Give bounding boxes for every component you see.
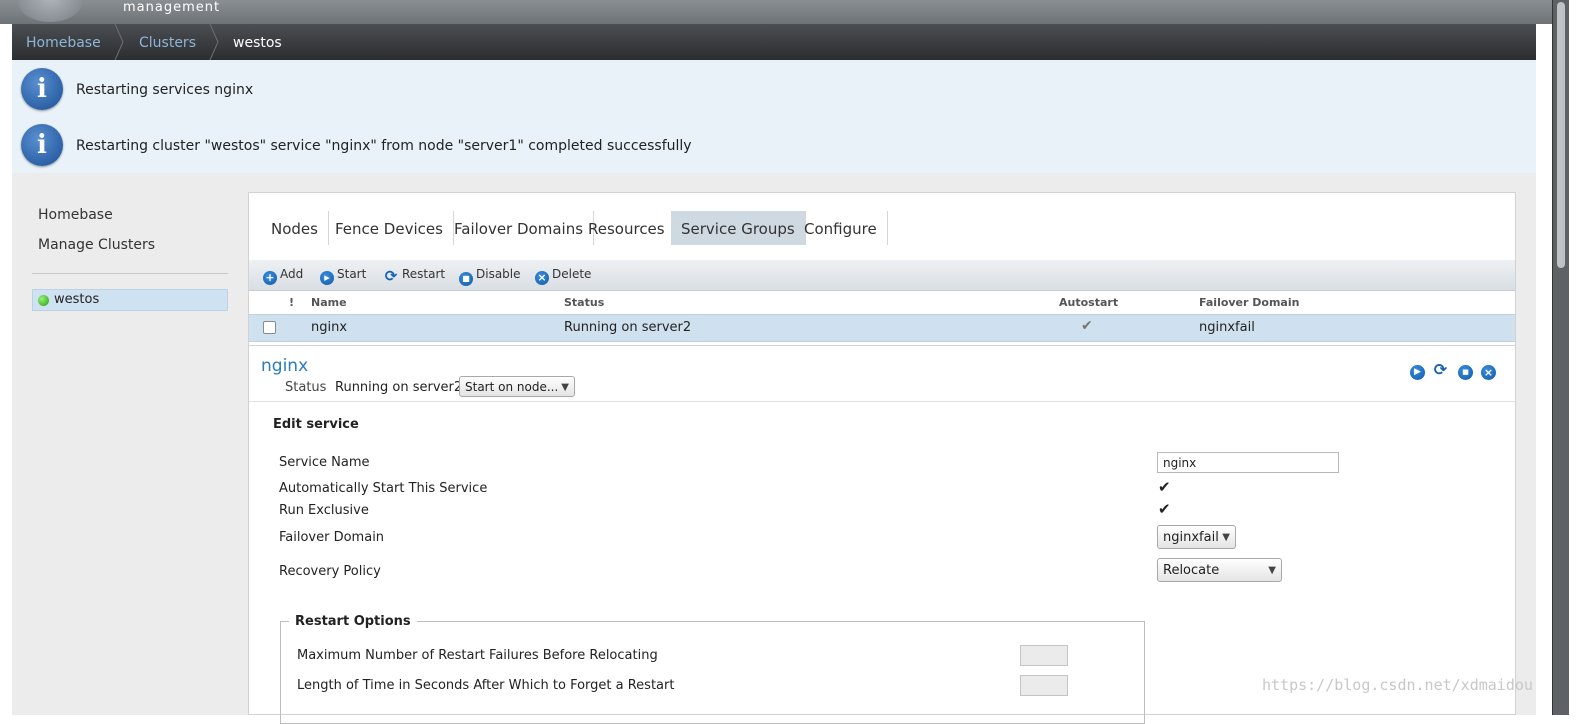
tab-failover-domains[interactable]: Failover Domains xyxy=(444,211,595,245)
add-label: Add xyxy=(280,267,304,281)
column-header-autostart[interactable]: Autostart xyxy=(1059,296,1118,309)
recovery-policy-label: Recovery Policy xyxy=(279,564,381,579)
breadcrumb-homebase[interactable]: Homebase xyxy=(26,24,101,60)
watermark: https://blog.csdn.net/xdmaidou xyxy=(1262,676,1533,694)
status-label: Status xyxy=(285,380,327,395)
breadcrumb-separator-icon xyxy=(114,24,124,60)
restart-label: Restart xyxy=(402,267,446,281)
row-name[interactable]: nginx xyxy=(311,320,347,335)
start-button[interactable]: ▸ Start xyxy=(320,267,367,285)
breadcrumb-separator-icon xyxy=(209,24,219,60)
tab-configure[interactable]: Configure xyxy=(794,211,888,245)
status-online-icon xyxy=(38,295,49,306)
autostart-label: Automatically Start This Service xyxy=(279,481,488,496)
start-service-icon[interactable]: ▶ xyxy=(1410,365,1425,380)
autostart-check-icon: ✔ xyxy=(1081,318,1093,334)
column-header-status[interactable]: Status xyxy=(564,296,604,309)
recovery-policy-value: Relocate xyxy=(1163,563,1220,578)
restart-expire-time-label: Length of Time in Seconds After Which to… xyxy=(297,678,675,693)
sidebar-divider xyxy=(32,273,228,274)
table-header: ! Name Status Autostart Failover Domain xyxy=(249,291,1515,313)
sidebar-item-cluster[interactable]: westos xyxy=(32,289,228,311)
edit-service-heading: Edit service xyxy=(273,417,359,432)
restart-button[interactable]: ⟳ Restart xyxy=(383,267,446,285)
row-status: Running on server2 xyxy=(564,320,692,335)
logo xyxy=(18,0,82,22)
failover-domain-label: Failover Domain xyxy=(279,530,385,545)
delete-label: Delete xyxy=(552,267,592,281)
failover-domain-value: nginxfail xyxy=(1163,530,1219,545)
notice: i Restarting cluster "westos" service "n… xyxy=(12,119,1536,169)
column-header-failover-domain[interactable]: Failover Domain xyxy=(1199,296,1299,309)
max-restart-failures-label: Maximum Number of Restart Failures Befor… xyxy=(297,648,658,663)
top-header: management xyxy=(0,0,1568,24)
service-title: nginx xyxy=(261,356,309,376)
service-name-label: Service Name xyxy=(279,455,370,470)
chevron-down-icon: ▼ xyxy=(1268,565,1276,576)
stop-service-icon[interactable]: ■ xyxy=(1458,365,1473,380)
divider xyxy=(249,401,1515,402)
breadcrumb: Homebase Clusters westos xyxy=(12,24,1536,60)
divider xyxy=(249,345,1515,346)
notice: i Restarting services nginx xyxy=(12,63,1536,113)
start-on-node-select[interactable]: Start on node... ▼ xyxy=(459,376,575,397)
notice-message: Restarting services nginx xyxy=(76,82,254,98)
stop-icon: ■ xyxy=(459,272,473,286)
tab-resources[interactable]: Resources xyxy=(578,211,676,245)
run-exclusive-label: Run Exclusive xyxy=(279,503,369,518)
restart-options-group: Restart Options xyxy=(280,614,1145,724)
sidebar: Homebase Manage Clusters westos xyxy=(12,173,242,715)
start-label: Start xyxy=(337,267,367,281)
delete-service-icon[interactable]: × xyxy=(1481,365,1496,380)
cluster-name: westos xyxy=(54,292,100,307)
failover-domain-select[interactable]: nginxfail ▼ xyxy=(1157,525,1236,549)
autostart-checkbox[interactable]: ✔ xyxy=(1158,478,1171,496)
restart-service-icon[interactable]: ⟳ xyxy=(1433,362,1448,378)
brand-subtitle: management xyxy=(123,0,221,15)
table-row[interactable]: nginx Running on server2 ✔ nginxfail xyxy=(249,314,1515,342)
recovery-policy-select[interactable]: Relocate ▼ xyxy=(1157,558,1282,582)
run-exclusive-checkbox[interactable]: ✔ xyxy=(1158,500,1171,518)
chevron-down-icon: ▼ xyxy=(1222,532,1230,543)
notice-message: Restarting cluster "westos" service "ngi… xyxy=(76,138,692,154)
add-button[interactable]: + Add xyxy=(263,267,304,285)
service-name-input[interactable] xyxy=(1157,452,1339,473)
main-panel: Nodes Fence Devices Failover Domains Res… xyxy=(248,192,1516,724)
play-icon: ▸ xyxy=(320,271,334,285)
refresh-icon: ⟳ xyxy=(384,267,398,285)
tab-service-groups[interactable]: Service Groups xyxy=(671,211,806,245)
delete-button[interactable]: × Delete xyxy=(535,267,592,285)
disable-label: Disable xyxy=(476,267,521,281)
add-icon: + xyxy=(263,271,277,285)
sidebar-link-manage-clusters[interactable]: Manage Clusters xyxy=(38,237,155,253)
tab-fence-devices[interactable]: Fence Devices xyxy=(325,211,454,245)
breadcrumb-clusters[interactable]: Clusters xyxy=(139,24,196,60)
breadcrumb-current: westos xyxy=(233,35,282,51)
info-icon: i xyxy=(21,124,63,166)
delete-icon: × xyxy=(535,271,549,285)
max-restart-failures-input[interactable] xyxy=(1020,645,1068,666)
toolbar: + Add ▸ Start ⟳ Restart ■ Disable × Delete xyxy=(249,260,1515,291)
column-header-alert: ! xyxy=(289,296,295,309)
page-scrollbar[interactable] xyxy=(1552,0,1569,715)
info-icon: i xyxy=(21,68,63,110)
start-on-node-value: Start on node... xyxy=(465,380,559,394)
chevron-down-icon: ▼ xyxy=(561,382,569,393)
column-header-name[interactable]: Name xyxy=(311,296,347,309)
restart-expire-time-input[interactable] xyxy=(1020,675,1068,696)
tab-nodes[interactable]: Nodes xyxy=(261,211,329,245)
row-select-checkbox[interactable] xyxy=(263,321,276,334)
row-failover-domain: nginxfail xyxy=(1199,320,1255,335)
notice-area: i Restarting services nginx i Restarting… xyxy=(12,60,1536,173)
restart-options-legend: Restart Options xyxy=(295,614,411,629)
status-value: Running on server2 xyxy=(335,380,463,395)
disable-button[interactable]: ■ Disable xyxy=(459,267,521,286)
sidebar-link-homebase[interactable]: Homebase xyxy=(38,207,113,223)
scrollbar-thumb[interactable] xyxy=(1557,2,1565,268)
